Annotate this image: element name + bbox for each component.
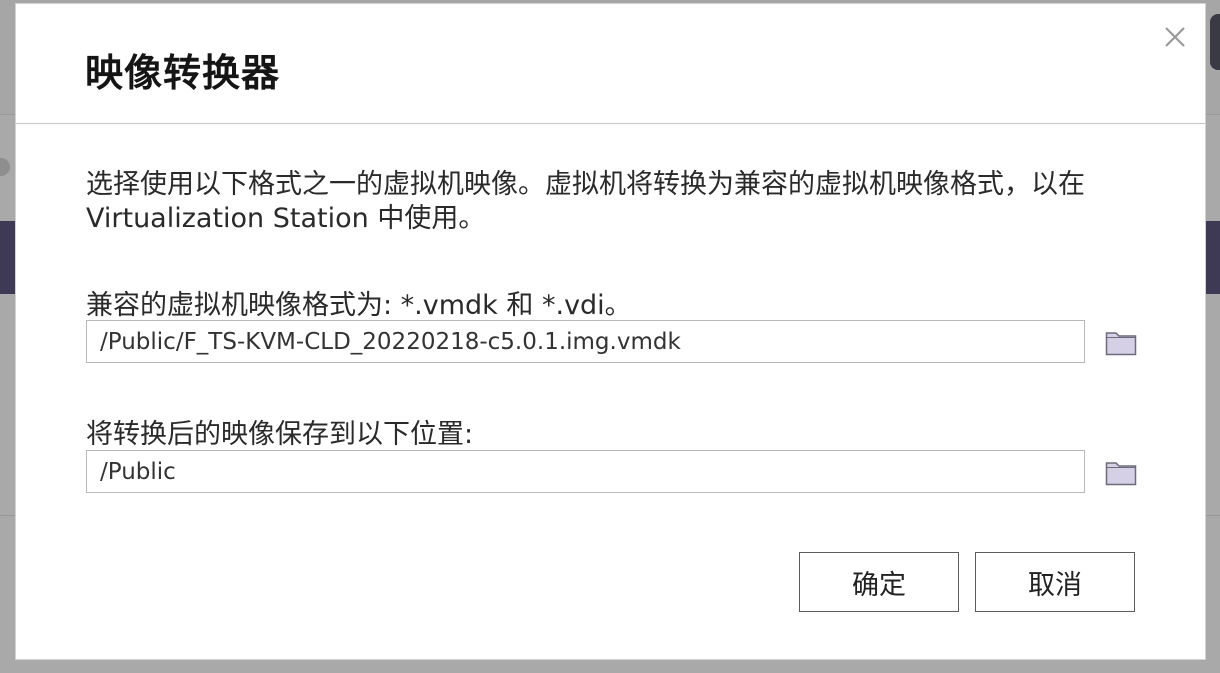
close-icon [1165,27,1185,47]
dialog-header: 映像转换器 [16,4,1205,124]
destination-browse-button[interactable] [1105,460,1137,486]
background-avatar [0,158,10,176]
destination-label: 将转换后的映像保存到以下位置: [86,419,474,450]
ok-button[interactable]: 确定 [799,552,959,612]
close-button[interactable] [1162,24,1188,50]
dialog-title: 映像转换器 [85,51,281,95]
dialog-description: 选择使用以下格式之一的虚拟机映像。虚拟机将转换为兼容的虚拟机映像格式，以在 Vi… [86,169,1085,234]
source-browse-button[interactable] [1105,330,1137,356]
background-side-tab [1210,14,1220,70]
folder-icon [1105,332,1137,356]
destination-path-input[interactable] [86,450,1085,493]
source-image-label: 兼容的虚拟机映像格式为: *.vmdk 和 *.vdi。 [86,290,632,321]
folder-icon [1105,462,1137,486]
image-converter-dialog: 映像转换器 选择使用以下格式之一的虚拟机映像。虚拟机将转换为兼容的虚拟机映像格式… [15,3,1206,660]
source-image-path-input[interactable] [86,320,1085,363]
cancel-button[interactable]: 取消 [975,552,1135,612]
